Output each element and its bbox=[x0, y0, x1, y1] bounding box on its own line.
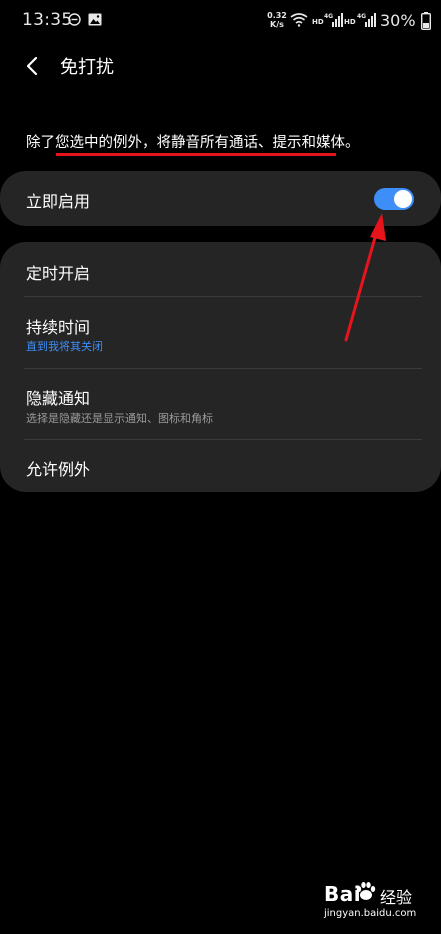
list-item-exceptions[interactable]: 允许例外 bbox=[0, 440, 441, 492]
signal-icon-2: HD 4G bbox=[344, 13, 376, 27]
list-item-sublabel: 选择是隐藏还是显示通知、图标和角标 bbox=[26, 412, 213, 425]
battery-icon bbox=[421, 12, 431, 30]
sim1-network-label: 4G bbox=[324, 13, 333, 20]
sim2-hd-label: HD bbox=[344, 18, 356, 26]
list-item-label: 隐藏通知 bbox=[26, 389, 91, 408]
battery-percent: 30% bbox=[380, 11, 416, 30]
baidu-watermark: Bai 经验 jingyan.baidu.com bbox=[318, 878, 428, 928]
wifi-icon bbox=[290, 13, 308, 27]
list-item-hide-notifications[interactable]: 隐藏通知 选择是隐藏还是显示通知、图标和角标 bbox=[0, 369, 441, 439]
net-speed-unit: K/s bbox=[270, 20, 284, 29]
list-item-label: 允许例外 bbox=[26, 460, 91, 479]
status-bar: 13:35 0.32 K/s HD 4G HD 4G 30% bbox=[0, 0, 441, 44]
list-item-label: 持续时间 bbox=[26, 318, 91, 337]
sim1-hd-label: HD bbox=[312, 18, 324, 26]
status-time: 13:35 bbox=[22, 10, 73, 30]
dnd-icon bbox=[68, 13, 81, 26]
list-item-sublabel: 直到我将其关闭 bbox=[26, 340, 103, 353]
red-underline-annotation bbox=[56, 153, 336, 156]
watermark-brand-2: 经验 bbox=[380, 888, 413, 907]
chevron-left-icon[interactable] bbox=[22, 54, 44, 78]
list-item-label: 定时开启 bbox=[26, 264, 91, 283]
net-speed-value: 0.32 bbox=[267, 11, 287, 20]
enable-now-label: 立即启用 bbox=[26, 192, 91, 211]
sim2-network-label: 4G bbox=[357, 13, 366, 20]
gallery-icon bbox=[88, 13, 102, 26]
page-title: 免打扰 bbox=[60, 57, 114, 78]
description-text: 除了您选中的例外，将静音所有通话、提示和媒体。 bbox=[26, 135, 360, 151]
signal-icon: HD 4G bbox=[312, 13, 343, 27]
net-speed: 0.32 K/s bbox=[266, 11, 288, 29]
baidu-paw-icon bbox=[356, 882, 376, 900]
watermark-url: jingyan.baidu.com bbox=[324, 908, 417, 919]
red-arrow-annotation bbox=[344, 213, 386, 342]
